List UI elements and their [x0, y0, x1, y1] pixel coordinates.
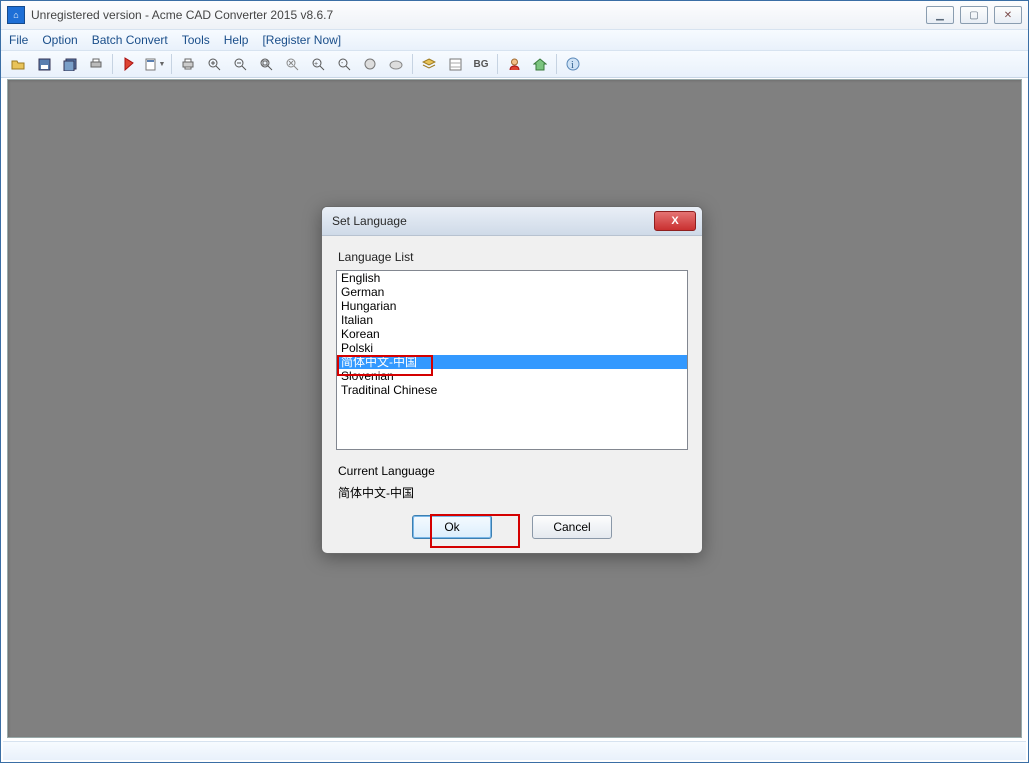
zoom-in2-icon[interactable]: + — [306, 52, 330, 76]
save-all-icon[interactable] — [58, 52, 82, 76]
language-option[interactable]: Slovenian — [337, 369, 687, 383]
home-icon[interactable] — [528, 52, 552, 76]
cloud-icon[interactable] — [384, 52, 408, 76]
info-icon[interactable]: i — [561, 52, 585, 76]
minimize-button[interactable]: ▁ — [926, 6, 954, 24]
language-option[interactable]: English — [337, 271, 687, 285]
svg-text:i: i — [571, 60, 574, 71]
app-window: ⌂ Unregistered version - Acme CAD Conver… — [0, 0, 1029, 763]
maximize-button[interactable]: ▢ — [960, 6, 988, 24]
language-option[interactable]: Traditinal Chinese — [337, 383, 687, 397]
titlebar: ⌂ Unregistered version - Acme CAD Conver… — [1, 1, 1028, 29]
bg-label-icon[interactable]: BG — [469, 52, 493, 76]
language-listbox[interactable]: EnglishGermanHungarianItalianKoreanPolsk… — [336, 270, 688, 450]
svg-text:+: + — [314, 61, 318, 68]
zoom-region-icon[interactable] — [280, 52, 304, 76]
pdf-icon[interactable] — [117, 52, 141, 76]
statusbar — [3, 741, 1026, 760]
app-icon: ⌂ — [7, 6, 25, 24]
pan-icon[interactable] — [358, 52, 382, 76]
language-option[interactable]: German — [337, 285, 687, 299]
menu-batch-convert[interactable]: Batch Convert — [92, 33, 168, 47]
zoom-out-icon[interactable] — [228, 52, 252, 76]
cancel-button[interactable]: Cancel — [532, 515, 612, 539]
printer-icon[interactable] — [176, 52, 200, 76]
menu-help[interactable]: Help — [224, 33, 249, 47]
save-icon[interactable] — [32, 52, 56, 76]
language-option[interactable]: Polski — [337, 341, 687, 355]
ok-button[interactable]: Ok — [412, 515, 492, 539]
svg-text:-: - — [341, 60, 344, 67]
background-icon[interactable] — [443, 52, 467, 76]
window-controls: ▁ ▢ ✕ — [926, 6, 1022, 24]
menubar: File Option Batch Convert Tools Help [Re… — [1, 29, 1028, 51]
close-button[interactable]: ✕ — [994, 6, 1022, 24]
current-language-label: Current Language — [338, 464, 688, 478]
language-option[interactable]: Korean — [337, 327, 687, 341]
menu-file[interactable]: File — [9, 33, 28, 47]
dialog-title: Set Language — [332, 214, 654, 228]
set-language-dialog: Set Language X Language List EnglishGerm… — [321, 206, 703, 554]
user-icon[interactable] — [502, 52, 526, 76]
menu-register[interactable]: [Register Now] — [262, 33, 341, 47]
zoom-in-icon[interactable] — [202, 52, 226, 76]
menu-option[interactable]: Option — [42, 33, 77, 47]
language-option[interactable]: 简体中文-中国 — [337, 355, 687, 369]
export-dropdown-icon[interactable]: ▼ — [143, 52, 167, 76]
language-option[interactable]: Hungarian — [337, 299, 687, 313]
layers-icon[interactable] — [417, 52, 441, 76]
zoom-out2-icon[interactable]: - — [332, 52, 356, 76]
current-language-value: 简体中文-中国 — [338, 484, 688, 501]
open-icon[interactable] — [6, 52, 30, 76]
zoom-fit-icon[interactable] — [254, 52, 278, 76]
language-option[interactable]: Italian — [337, 313, 687, 327]
window-title: Unregistered version - Acme CAD Converte… — [31, 8, 926, 22]
language-list-label: Language List — [338, 250, 688, 264]
menu-tools[interactable]: Tools — [182, 33, 210, 47]
dialog-titlebar[interactable]: Set Language X — [322, 207, 702, 236]
toolbar: ▼ + - BG i — [1, 51, 1028, 78]
print-icon[interactable] — [84, 52, 108, 76]
dialog-close-button[interactable]: X — [654, 211, 696, 231]
